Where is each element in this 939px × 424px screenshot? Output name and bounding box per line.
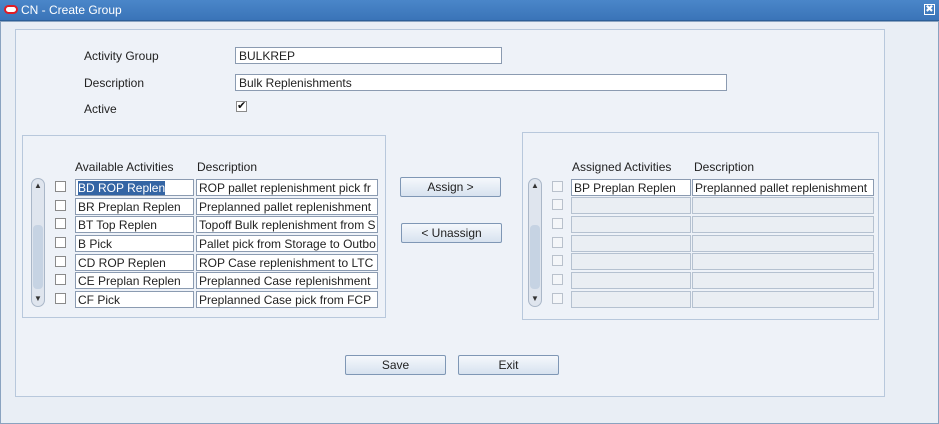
save-button[interactable]: Save — [345, 355, 446, 375]
row-select-checkbox[interactable] — [55, 256, 66, 267]
row-select-checkbox[interactable] — [552, 255, 563, 266]
assigned-description-cell[interactable] — [692, 235, 874, 252]
scroll-thumb[interactable] — [530, 225, 540, 289]
assigned-activity-cell[interactable] — [571, 235, 691, 252]
available-description-cell[interactable]: Pallet pick from Storage to Outbo — [196, 235, 378, 252]
available-description-cell[interactable]: Preplanned Case pick from FCP — [196, 291, 378, 308]
available-scrollbar[interactable]: ▲ ▼ — [31, 178, 45, 307]
row-select-checkbox[interactable] — [55, 200, 66, 211]
available-activity-cell[interactable]: BR Preplan Replen — [75, 198, 194, 215]
assigned-description-cell[interactable] — [692, 216, 874, 233]
assigned-description-header: Description — [694, 160, 755, 174]
oracle-logo-icon — [4, 5, 18, 14]
available-activity-cell[interactable]: BT Top Replen — [75, 216, 194, 233]
exit-button[interactable]: Exit — [458, 355, 559, 375]
available-activity-cell[interactable]: BD ROP Replen — [75, 179, 194, 196]
available-activities-header: Available Activities — [75, 160, 174, 174]
scroll-down-icon[interactable]: ▼ — [529, 293, 541, 305]
assigned-description-cell[interactable] — [692, 291, 874, 308]
available-description-header: Description — [197, 160, 258, 174]
assigned-activity-cell[interactable] — [571, 291, 691, 308]
available-description-cell[interactable]: ROP pallet replenishment pick fr — [196, 179, 378, 196]
row-select-checkbox[interactable] — [552, 274, 563, 285]
active-label: Active — [84, 102, 117, 116]
assigned-description-cell[interactable]: Preplanned pallet replenishment — [692, 179, 874, 196]
row-select-checkbox[interactable] — [552, 181, 563, 192]
assigned-activity-cell[interactable] — [571, 272, 691, 289]
row-select-checkbox[interactable] — [552, 293, 563, 304]
assigned-activities-panel: Assigned Activities Description ▲ ▼ BP P… — [522, 132, 879, 320]
assigned-activity-cell[interactable] — [571, 253, 691, 270]
available-activities-panel: Available Activities Description ▲ ▼ BD … — [22, 135, 386, 318]
row-select-checkbox[interactable] — [55, 218, 66, 229]
available-description-cell[interactable]: Preplanned Case replenishment — [196, 272, 378, 289]
scroll-thumb[interactable] — [33, 225, 43, 289]
row-select-checkbox[interactable] — [55, 237, 66, 248]
active-checkbox[interactable] — [236, 99, 247, 112]
description-field[interactable]: Bulk Replenishments — [235, 74, 727, 91]
row-select-checkbox[interactable] — [552, 199, 563, 210]
scroll-up-icon[interactable]: ▲ — [529, 180, 541, 192]
description-label: Description — [84, 76, 145, 90]
activity-group-label: Activity Group — [84, 49, 159, 63]
available-activity-cell[interactable]: CF Pick — [75, 291, 194, 308]
assigned-activities-header: Assigned Activities — [572, 160, 672, 174]
scroll-up-icon[interactable]: ▲ — [32, 180, 44, 192]
assigned-activity-cell[interactable] — [571, 197, 691, 214]
row-select-checkbox[interactable] — [552, 218, 563, 229]
available-activity-cell[interactable]: B Pick — [75, 235, 194, 252]
assigned-description-cell[interactable] — [692, 253, 874, 270]
available-activity-cell[interactable]: CE Preplan Replen — [75, 272, 194, 289]
assigned-description-cell[interactable] — [692, 197, 874, 214]
window-title: CN - Create Group — [21, 3, 122, 17]
row-select-checkbox[interactable] — [55, 274, 66, 285]
row-select-checkbox[interactable] — [55, 293, 66, 304]
close-button[interactable]: ✖ — [924, 4, 935, 15]
assign-button[interactable]: Assign > — [400, 177, 501, 197]
row-select-checkbox[interactable] — [552, 237, 563, 248]
assigned-activity-cell[interactable]: BP Preplan Replen — [571, 179, 691, 196]
assigned-activity-cell[interactable] — [571, 216, 691, 233]
assigned-description-cell[interactable] — [692, 272, 874, 289]
title-bar: CN - Create Group ✖ — [0, 0, 939, 21]
available-description-cell[interactable]: ROP Case replenishment to LTC — [196, 254, 378, 271]
available-description-cell[interactable]: Topoff Bulk replenishment from S — [196, 216, 378, 233]
scroll-down-icon[interactable]: ▼ — [32, 293, 44, 305]
available-description-cell[interactable]: Preplanned pallet replenishment — [196, 198, 378, 215]
unassign-button[interactable]: < Unassign — [401, 223, 502, 243]
activity-group-field[interactable]: BULKREP — [235, 47, 502, 64]
available-activity-cell[interactable]: CD ROP Replen — [75, 254, 194, 271]
assigned-scrollbar[interactable]: ▲ ▼ — [528, 178, 542, 307]
form-panel: Activity Group BULKREP Description Bulk … — [15, 29, 885, 397]
row-select-checkbox[interactable] — [55, 181, 66, 192]
